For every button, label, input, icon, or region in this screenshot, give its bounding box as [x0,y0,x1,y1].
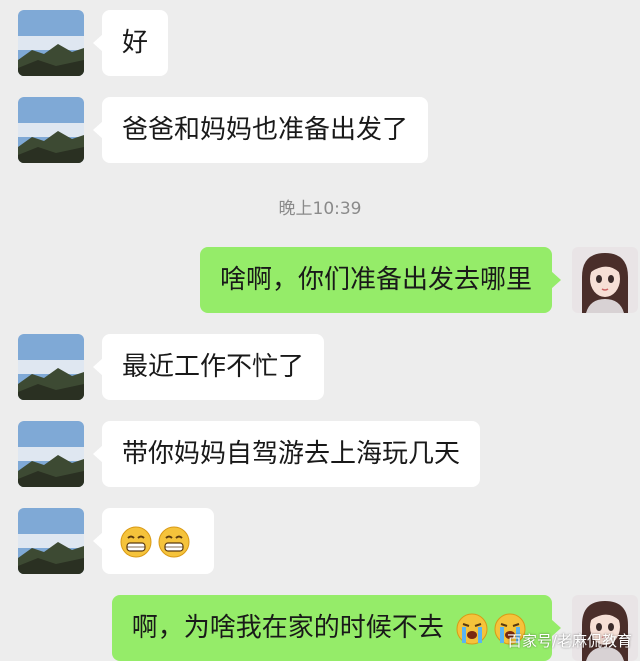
message-text: 爸爸和妈妈也准备出发了 [122,115,409,145]
message-text: 最近工作不忙了 [122,352,305,382]
user-avatar[interactable] [572,595,638,661]
message-bubble[interactable]: 爸爸和妈妈也准备出发了 [93,97,429,163]
mountain-landscape-icon [18,421,84,487]
message-bubble[interactable]: 啊，为啥我在家的时候不去 [111,595,561,661]
message-bubble[interactable]: 最近工作不忙了 [93,334,325,400]
cry-emoji-icon [456,613,488,645]
message-bubble[interactable]: 好 [93,10,169,76]
anime-girl-avatar-icon [572,595,638,661]
message-text: 带你妈妈自驾游去上海玩几天 [122,439,461,469]
message-text: 好 [122,28,149,58]
mountain-landscape-icon [18,508,84,574]
mountain-landscape-icon [18,10,84,76]
father-avatar[interactable] [18,10,84,76]
father-avatar[interactable] [18,421,84,487]
grin-emoji-icon [120,526,152,558]
message-bubble[interactable] [93,508,214,574]
mountain-landscape-icon [18,334,84,400]
message-bubble[interactable]: 啥啊，你们准备出发去哪里 [199,247,561,313]
mountain-landscape-icon [18,97,84,163]
grin-emoji-icon [158,526,190,558]
user-avatar[interactable] [572,247,638,313]
timestamp: 晚上10:39 [278,199,362,219]
message-bubble[interactable]: 带你妈妈自驾游去上海玩几天 [93,421,481,487]
message-text: 啊，为啥我在家的时候不去 [131,613,444,643]
father-avatar[interactable] [18,97,84,163]
watermark: 百家号/老麻侃教育 [506,632,632,650]
father-avatar[interactable] [18,334,84,400]
message-text: 啥啊，你们准备出发去哪里 [219,265,532,295]
anime-girl-avatar-icon [572,247,638,313]
father-avatar[interactable] [18,508,84,574]
